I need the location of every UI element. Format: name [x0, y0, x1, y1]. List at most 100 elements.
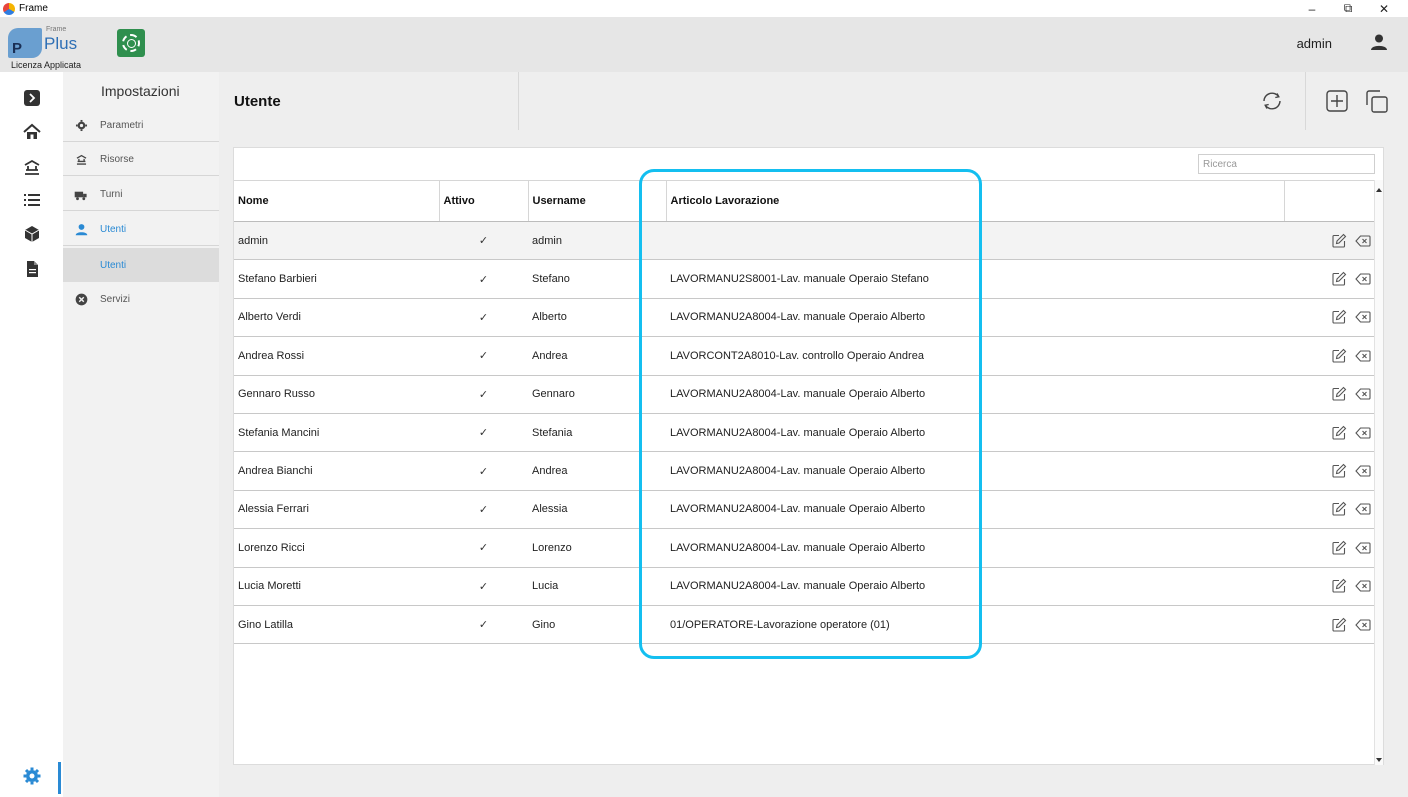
shift-icon: [74, 187, 88, 201]
table-row[interactable]: Alessia Ferrari ✓ Alessia LAVORMANU2A800…: [234, 490, 1377, 530]
column-header-attivo[interactable]: Attivo: [439, 180, 529, 222]
search-input[interactable]: [1198, 154, 1375, 174]
duplicate-button[interactable]: [1363, 88, 1389, 114]
user-icon[interactable]: [1370, 33, 1388, 51]
delete-icon[interactable]: [1355, 309, 1371, 325]
column-header-articolo[interactable]: Articolo Lavorazione: [666, 180, 1285, 222]
table-header-row: Nome Attivo Username Articolo Lavorazion…: [234, 180, 1378, 222]
table-row[interactable]: Stefano Barbieri ✓ Stefano LAVORMANU2S80…: [234, 259, 1377, 299]
edit-icon[interactable]: [1331, 463, 1347, 479]
active-checkbox[interactable]: ✓: [439, 336, 528, 376]
cell-articolo: [666, 221, 1284, 261]
table-row[interactable]: Andrea Bianchi ✓ Andrea LAVORMANU2A8004-…: [234, 451, 1377, 491]
column-header-actions: [1284, 180, 1378, 222]
submenu-subitem-utenti[interactable]: Utenti: [63, 248, 219, 282]
cell-username: Andrea: [528, 451, 639, 491]
box-icon[interactable]: [22, 224, 42, 244]
scroll-up-arrow[interactable]: [1376, 188, 1382, 192]
active-checkbox[interactable]: ✓: [439, 567, 528, 606]
row-actions: [1284, 605, 1377, 645]
resources-icon[interactable]: [22, 157, 42, 177]
delete-icon[interactable]: [1355, 578, 1371, 594]
row-actions: [1284, 259, 1377, 299]
services-icon: [74, 293, 88, 307]
active-checkbox[interactable]: ✓: [439, 490, 528, 530]
cell-username: Stefano: [528, 259, 639, 299]
submenu-subitem-label: Utenti: [100, 259, 127, 271]
cell-articolo: LAVORMANU2A8004-Lav. manuale Operaio Alb…: [666, 567, 1284, 606]
active-checkbox[interactable]: ✓: [439, 528, 528, 568]
row-actions: [1284, 567, 1377, 606]
edit-icon[interactable]: [1331, 617, 1347, 633]
minimize-button[interactable]: –: [1295, 0, 1329, 17]
submenu-item-servizi[interactable]: Servizi: [63, 283, 219, 316]
table-row[interactable]: Andrea Rossi ✓ Andrea LAVORCONT2A8010-La…: [234, 336, 1377, 376]
table-row[interactable]: Alberto Verdi ✓ Alberto LAVORMANU2A8004-…: [234, 298, 1377, 338]
user-icon: [74, 222, 88, 236]
restore-button[interactable]: ⧉: [1331, 0, 1365, 17]
active-checkbox[interactable]: ✓: [439, 451, 528, 491]
edit-icon[interactable]: [1331, 578, 1347, 594]
active-checkbox[interactable]: ✓: [439, 605, 528, 645]
submenu-item-turni[interactable]: Turni: [63, 178, 219, 211]
app-header: P Frame Plus Licenza Applicata admin: [0, 17, 1408, 72]
edit-icon[interactable]: [1331, 233, 1347, 249]
delete-icon[interactable]: [1355, 501, 1371, 517]
edit-icon[interactable]: [1331, 309, 1347, 325]
delete-icon[interactable]: [1355, 348, 1371, 364]
add-button[interactable]: [1324, 88, 1350, 114]
active-checkbox[interactable]: ✓: [439, 298, 528, 338]
delete-icon[interactable]: [1355, 386, 1371, 402]
main-content: Utente Nome Attiv: [219, 72, 1408, 797]
delete-icon[interactable]: [1355, 617, 1371, 633]
edit-icon[interactable]: [1331, 386, 1347, 402]
copy-icon: [1366, 90, 1388, 113]
close-button[interactable]: ✕: [1367, 0, 1401, 17]
submenu-item-utenti[interactable]: Utenti: [63, 213, 219, 246]
table-row[interactable]: Lucia Moretti ✓ Lucia LAVORMANU2A8004-La…: [234, 567, 1377, 606]
edit-icon[interactable]: [1331, 540, 1347, 556]
submenu-item-parametri[interactable]: Parametri: [63, 109, 219, 142]
scroll-down-arrow[interactable]: [1376, 758, 1382, 762]
app-icon: [3, 2, 15, 15]
active-checkbox[interactable]: ✓: [439, 259, 528, 299]
cell-articolo: 01/OPERATORE-Lavorazione operatore (01): [666, 605, 1284, 645]
submenu-item-risorse[interactable]: Risorse: [63, 143, 219, 176]
active-checkbox[interactable]: ✓: [439, 221, 528, 261]
refresh-button[interactable]: [1259, 88, 1285, 114]
delete-icon[interactable]: [1355, 540, 1371, 556]
edit-icon[interactable]: [1331, 425, 1347, 441]
delete-icon[interactable]: [1355, 233, 1371, 249]
submenu-title: Impostazioni: [101, 83, 180, 99]
delete-icon[interactable]: [1355, 271, 1371, 287]
cell-username: Lorenzo: [528, 528, 639, 568]
current-user-name[interactable]: admin: [1297, 36, 1332, 51]
gear-icon[interactable]: [22, 766, 42, 786]
delete-icon[interactable]: [1355, 463, 1371, 479]
table-row[interactable]: Lorenzo Ricci ✓ Lorenzo LAVORMANU2A8004-…: [234, 528, 1377, 568]
table-row[interactable]: Gino Latilla ✓ Gino 01/OPERATORE-Lavoraz…: [234, 605, 1377, 645]
active-checkbox[interactable]: ✓: [439, 413, 528, 453]
wheel-button[interactable]: [117, 29, 145, 57]
edit-icon[interactable]: [1331, 348, 1347, 364]
row-actions: [1284, 451, 1377, 491]
table-scrollbar[interactable]: [1374, 180, 1383, 765]
delete-icon[interactable]: [1355, 425, 1371, 441]
table-row[interactable]: admin ✓ admin: [234, 221, 1377, 261]
list-icon[interactable]: [22, 190, 42, 210]
table-row[interactable]: Gennaro Russo ✓ Gennaro LAVORMANU2A8004-…: [234, 375, 1377, 414]
row-actions: [1284, 490, 1377, 530]
edit-icon[interactable]: [1331, 271, 1347, 287]
column-header-username[interactable]: Username: [528, 180, 640, 222]
edit-icon[interactable]: [1331, 501, 1347, 517]
cell-nome: Andrea Bianchi: [234, 451, 439, 491]
document-icon[interactable]: [22, 259, 42, 279]
chevron-right-icon[interactable]: [22, 88, 42, 108]
page-header: Utente: [219, 72, 1408, 130]
users-table: Nome Attivo Username Articolo Lavorazion…: [234, 180, 1378, 645]
table-row[interactable]: Stefania Mancini ✓ Stefania LAVORMANU2A8…: [234, 413, 1377, 453]
submenu-item-label: Servizi: [100, 294, 131, 305]
active-checkbox[interactable]: ✓: [439, 375, 528, 414]
column-header-nome[interactable]: Nome: [234, 180, 440, 222]
home-icon[interactable]: [22, 122, 42, 142]
